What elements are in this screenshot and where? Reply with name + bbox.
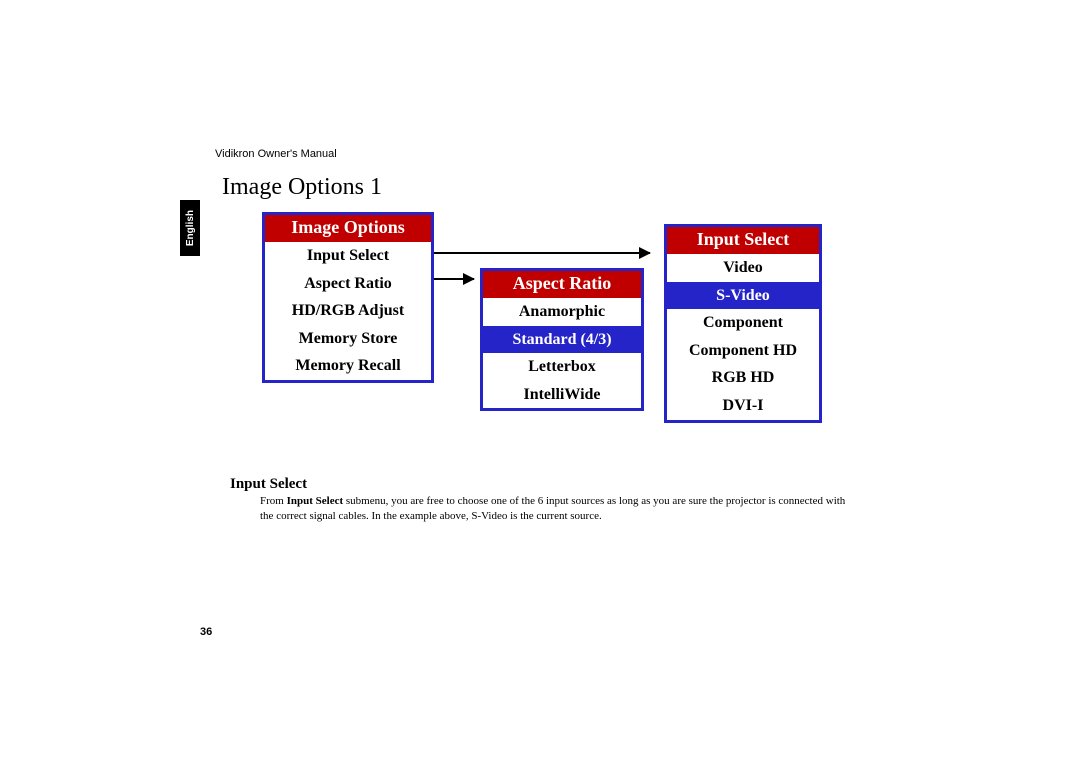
menu-image-options-title: Image Options xyxy=(265,215,431,242)
menu-item-image_options-1[interactable]: Aspect Ratio xyxy=(265,270,431,298)
menu-input-select: Input Select VideoS-VideoComponentCompon… xyxy=(664,224,822,423)
menu-item-input_select-4[interactable]: RGB HD xyxy=(667,364,819,392)
subsection-body: From Input Select submenu, you are free … xyxy=(260,494,860,524)
menu-item-input_select-1[interactable]: S-Video xyxy=(667,282,819,310)
language-tab-label: English xyxy=(185,210,196,246)
menu-item-aspect_ratio-1[interactable]: Standard (4/3) xyxy=(483,326,641,354)
menu-aspect-ratio-title: Aspect Ratio xyxy=(483,271,641,298)
menu-item-image_options-3[interactable]: Memory Store xyxy=(265,325,431,353)
arrow-to-aspect-ratio xyxy=(432,278,474,280)
menu-item-input_select-3[interactable]: Component HD xyxy=(667,337,819,365)
menu-item-input_select-5[interactable]: DVI-I xyxy=(667,392,819,420)
section-title: Image Options 1 xyxy=(222,174,382,201)
menu-item-aspect_ratio-0[interactable]: Anamorphic xyxy=(483,298,641,326)
menu-item-input_select-2[interactable]: Component xyxy=(667,309,819,337)
arrow-to-input-select xyxy=(432,252,650,254)
menu-item-image_options-0[interactable]: Input Select xyxy=(265,242,431,270)
body-prefix: From xyxy=(260,495,287,507)
language-tab: English xyxy=(180,200,200,256)
menu-image-options: Image Options Input SelectAspect RatioHD… xyxy=(262,212,434,383)
menu-item-aspect_ratio-2[interactable]: Letterbox xyxy=(483,353,641,381)
menu-aspect-ratio: Aspect Ratio AnamorphicStandard (4/3)Let… xyxy=(480,268,644,411)
doc-header: Vidikron Owner's Manual xyxy=(215,148,337,160)
menu-item-image_options-4[interactable]: Memory Recall xyxy=(265,352,431,380)
menu-item-aspect_ratio-3[interactable]: IntelliWide xyxy=(483,381,641,409)
page-number: 36 xyxy=(200,626,212,638)
menu-item-input_select-0[interactable]: Video xyxy=(667,254,819,282)
subsection-heading: Input Select xyxy=(230,476,307,493)
body-bold: Input Select xyxy=(287,495,344,507)
body-rest: submenu, you are free to choose one of t… xyxy=(260,495,845,522)
menu-item-image_options-2[interactable]: HD/RGB Adjust xyxy=(265,297,431,325)
menu-input-select-title: Input Select xyxy=(667,227,819,254)
